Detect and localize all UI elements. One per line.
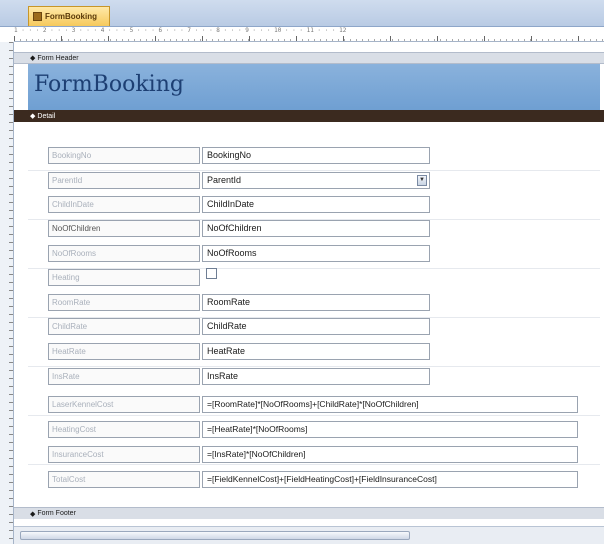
label-totalcost[interactable]: TotalCost [48, 471, 200, 488]
form-header-section-bar[interactable]: ◆ Form Header [14, 52, 604, 64]
combobox-parentid[interactable]: ParentId ▼ [202, 172, 430, 189]
horizontal-scrollbar-thumb[interactable] [20, 531, 410, 540]
combobox-parentid-value: ParentId [207, 175, 242, 185]
textbox-heatingcost-expression[interactable]: =[HeatRate]*[NoOfRooms] [202, 421, 578, 438]
checkbox-heating[interactable] [206, 268, 217, 279]
label-heatrate[interactable]: HeatRate [48, 343, 200, 360]
label-bookingno[interactable]: BookingNo [48, 147, 200, 164]
vertical-ruler[interactable] [0, 42, 14, 544]
textbox-noofrooms[interactable]: NoOfRooms [202, 245, 430, 262]
label-roomrate[interactable]: RoomRate [48, 294, 200, 311]
document-tab-strip: FormBooking [0, 0, 604, 27]
form-header-section-label: Form Header [37, 54, 79, 62]
horizontal-ruler[interactable]: 1 · · · 2 · · · 3 · · · 4 · · · 5 · · · … [14, 27, 604, 42]
label-kennelcost[interactable]: LaserKennelCost [48, 396, 200, 413]
section-arrow-icon: ◆ [30, 55, 36, 62]
grid-line [28, 366, 600, 367]
label-childindate[interactable]: ChildInDate [48, 196, 200, 213]
label-heating[interactable]: Heating [48, 269, 200, 286]
textbox-kennelcost-expression[interactable]: =[RoomRate]*[NoOfRooms]+[ChildRate]*[NoO… [202, 396, 578, 413]
grid-line [28, 464, 600, 465]
form-icon [33, 12, 42, 21]
textbox-insurancecost-expression[interactable]: =[InsRate]*[NoOfChildren] [202, 446, 578, 463]
grid-line [28, 170, 600, 171]
form-title-label[interactable]: FormBooking [34, 72, 184, 97]
textbox-childrate[interactable]: ChildRate [202, 318, 430, 335]
detail-section-bar[interactable]: ◆ Detail [14, 110, 604, 122]
form-footer-section-bar[interactable]: ◆ Form Footer [14, 507, 604, 519]
label-heatingcost[interactable]: HeatingCost [48, 421, 200, 438]
textbox-totalcost-expression[interactable]: =[FieldKennelCost]+[FieldHeatingCost]+[F… [202, 471, 578, 488]
textbox-insrate[interactable]: InsRate [202, 368, 430, 385]
label-noofrooms[interactable]: NoOfRooms [48, 245, 200, 262]
grid-line [28, 415, 600, 416]
form-document-tab-label: FormBooking [45, 12, 97, 21]
section-arrow-icon: ◆ [30, 510, 36, 518]
label-parentid[interactable]: ParentId [48, 172, 200, 189]
form-footer-section-label: Form Footer [37, 510, 76, 517]
textbox-noofchildren[interactable]: NoOfChildren [202, 220, 430, 237]
textbox-heatrate[interactable]: HeatRate [202, 343, 430, 360]
dropdown-arrow-icon[interactable]: ▼ [417, 175, 427, 186]
label-insurancecost[interactable]: InsuranceCost [48, 446, 200, 463]
form-document-tab[interactable]: FormBooking [28, 6, 110, 26]
horizontal-ruler-numbers: 1 · · · 2 · · · 3 · · · 4 · · · 5 · · · … [14, 27, 347, 34]
section-arrow-icon: ◆ [30, 113, 36, 120]
label-noofchildren[interactable]: NoOfChildren [48, 220, 200, 237]
label-insrate[interactable]: InsRate [48, 368, 200, 385]
form-header-area: FormBooking [28, 64, 600, 110]
label-childrate[interactable]: ChildRate [48, 318, 200, 335]
textbox-childindate[interactable]: ChildInDate [202, 196, 430, 213]
textbox-bookingno[interactable]: BookingNo [202, 147, 430, 164]
textbox-roomrate[interactable]: RoomRate [202, 294, 430, 311]
detail-section-label: Detail [37, 112, 56, 120]
horizontal-scrollbar[interactable] [14, 526, 604, 544]
